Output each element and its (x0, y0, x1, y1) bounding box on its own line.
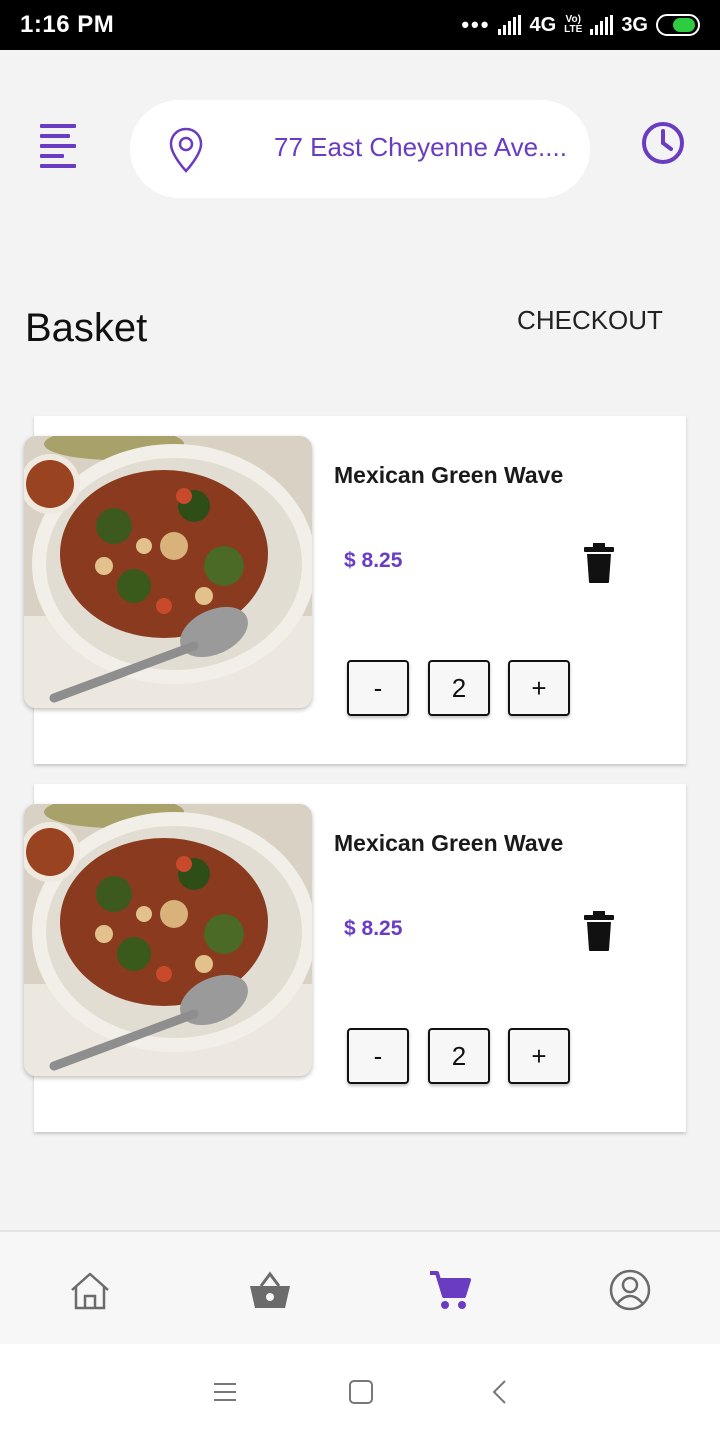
more-dots-icon: ••• (461, 12, 491, 37)
basket-icon[interactable] (248, 1268, 292, 1312)
delete-icon[interactable] (582, 910, 616, 952)
cart-icon[interactable] (428, 1268, 472, 1312)
delivery-address: 77 East Cheyenne Ave.... (274, 132, 567, 162)
food-image (24, 804, 312, 1076)
item-name: Mexican Green Wave (334, 462, 564, 488)
status-bar: 1:16 PM ••• 4G Vo) LTE 3G (0, 0, 720, 50)
clock-icon[interactable] (640, 120, 686, 166)
menu-icon[interactable] (40, 124, 80, 168)
volte-icon: Vo) LTE (564, 15, 582, 35)
item-price: $ 8.25 (344, 549, 403, 572)
bottom-navigation (0, 1230, 720, 1344)
basket-item-card: Mexican Green Wave $ 8.25 - 2 + (24, 784, 686, 1132)
checkout-button[interactable]: CHECKOUT (500, 300, 680, 340)
profile-icon[interactable] (608, 1268, 652, 1312)
status-time: 1:16 PM (20, 11, 115, 38)
battery-charging-icon (656, 14, 700, 36)
increase-quantity-button[interactable]: + (508, 1028, 570, 1084)
home-button-icon[interactable] (347, 1378, 375, 1406)
page-title: Basket (25, 306, 148, 350)
network-type-3g: 3G (621, 13, 648, 36)
signal-icon (498, 15, 522, 35)
location-pin-icon (169, 127, 203, 173)
food-image (24, 436, 312, 708)
item-price: $ 8.25 (344, 917, 403, 940)
decrease-quantity-button[interactable]: - (347, 660, 409, 716)
recent-apps-icon[interactable] (211, 1378, 239, 1406)
item-name: Mexican Green Wave (334, 830, 564, 856)
location-selector[interactable]: 77 East Cheyenne Ave.... (130, 100, 590, 198)
home-icon[interactable] (68, 1268, 112, 1312)
delete-icon[interactable] (582, 542, 616, 584)
signal-icon-2 (590, 15, 614, 35)
increase-quantity-button[interactable]: + (508, 660, 570, 716)
system-navigation-bar (0, 1344, 720, 1440)
quantity-value: 2 (428, 660, 490, 716)
volte-bottom: LTE (564, 24, 583, 35)
network-type-4g: 4G (529, 13, 557, 36)
back-icon[interactable] (486, 1378, 514, 1406)
basket-item-card: Mexican Green Wave $ 8.25 - 2 + (24, 416, 686, 764)
quantity-value: 2 (428, 1028, 490, 1084)
decrease-quantity-button[interactable]: - (347, 1028, 409, 1084)
status-icons: ••• 4G Vo) LTE 3G (461, 12, 700, 38)
